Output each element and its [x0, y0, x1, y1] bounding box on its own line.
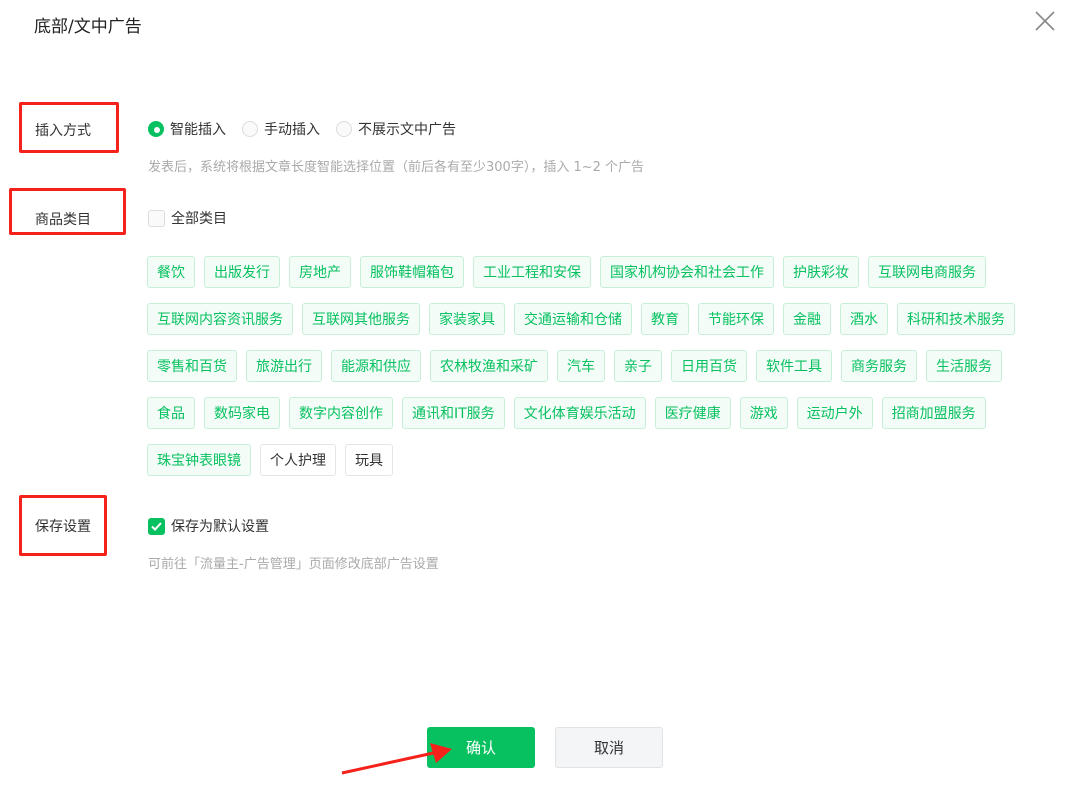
close-icon[interactable]	[1034, 10, 1056, 32]
category-tag[interactable]: 餐饮	[147, 256, 195, 288]
category-tag[interactable]: 日用百货	[671, 350, 747, 382]
category-tag[interactable]: 汽车	[557, 350, 605, 382]
annotation-arrow-icon	[341, 743, 452, 775]
insert-mode-radio[interactable]: 不展示文中广告	[336, 119, 456, 139]
category-tag[interactable]: 零售和百货	[147, 350, 237, 382]
radio-label: 不展示文中广告	[358, 122, 456, 138]
category-tag[interactable]: 游戏	[739, 397, 788, 429]
category-tag[interactable]: 互联网其他服务	[302, 303, 420, 335]
category-tag[interactable]: 农林牧渔和采矿	[430, 350, 548, 382]
save-hint: 可前往「流量主-广告管理」页面修改底部广告设置	[148, 557, 439, 572]
category-tag[interactable]: 护肤彩妆	[783, 256, 859, 288]
insert-mode-radio[interactable]: 手动插入	[242, 119, 320, 139]
category-tag[interactable]: 食品	[147, 397, 195, 429]
category-tag[interactable]: 能源和供应	[331, 350, 421, 382]
category-tag[interactable]: 运动户外	[796, 397, 873, 429]
category-tag[interactable]: 玩具	[345, 444, 393, 476]
insert-mode-label: 插入方式	[35, 123, 91, 139]
save-settings-label: 保存设置	[35, 519, 91, 535]
category-tag[interactable]: 珠宝钟表眼镜	[147, 444, 251, 476]
category-tag[interactable]: 教育	[641, 303, 689, 335]
save-default-label: 保存为默认设置	[171, 519, 269, 535]
category-tag[interactable]: 国家机构协会和社会工作	[600, 256, 774, 288]
category-tag[interactable]: 医疗健康	[654, 397, 731, 429]
category-tag[interactable]: 互联网内容资讯服务	[147, 303, 293, 335]
radio-label: 手动插入	[264, 122, 320, 138]
category-tag[interactable]: 家装家具	[429, 303, 505, 335]
category-tag[interactable]: 互联网电商服务	[868, 256, 986, 288]
category-tag[interactable]: 通讯和IT服务	[402, 397, 505, 429]
category-tag[interactable]: 生活服务	[926, 350, 1002, 382]
category-tag[interactable]: 旅游出行	[246, 350, 322, 382]
insert-mode-radio[interactable]: 智能插入	[148, 119, 226, 139]
category-tag[interactable]: 商务服务	[841, 350, 917, 382]
category-tags: 餐饮 出版发行 房地产 服饰鞋帽箱包 工业工程和安保 国家机构协会和社会工作 护肤彩妆 互联网…	[147, 256, 1042, 476]
all-categories-checkbox[interactable]: 全部类目	[148, 208, 227, 228]
radio-icon	[242, 121, 258, 137]
save-default-checkbox[interactable]: 保存为默认设置	[148, 516, 269, 536]
dialog-title: 底部/文中广告	[34, 17, 142, 37]
all-categories-label: 全部类目	[171, 211, 227, 227]
category-tag[interactable]: 出版发行	[204, 256, 280, 288]
category-tag[interactable]: 文化体育娱乐活动	[513, 397, 646, 429]
radio-icon	[148, 121, 164, 137]
checkmark-icon	[148, 517, 165, 535]
category-tag[interactable]: 酒水	[840, 303, 888, 335]
checkbox-icon	[148, 209, 165, 227]
radio-icon	[336, 121, 352, 137]
category-tag[interactable]: 工业工程和安保	[473, 256, 591, 288]
cancel-button[interactable]: 取消	[555, 727, 663, 768]
category-tag[interactable]: 招商加盟服务	[881, 397, 986, 429]
category-tag[interactable]: 数码家电	[204, 397, 280, 429]
category-label: 商品类目	[35, 212, 91, 228]
category-tag[interactable]: 科研和技术服务	[897, 303, 1015, 335]
category-tag[interactable]: 软件工具	[756, 350, 832, 382]
radio-label: 智能插入	[170, 122, 226, 138]
category-tag[interactable]: 房地产	[289, 256, 351, 288]
category-tag[interactable]: 节能环保	[698, 303, 774, 335]
category-tag[interactable]: 亲子	[614, 350, 662, 382]
category-tag[interactable]: 个人护理	[260, 444, 336, 476]
category-tag[interactable]: 金融	[783, 303, 831, 335]
insert-mode-radio-group: 智能插入 手动插入 不展示文中广告	[148, 119, 456, 139]
category-tag[interactable]: 数字内容创作	[289, 397, 393, 429]
category-tag[interactable]: 服饰鞋帽箱包	[360, 256, 464, 288]
insert-hint: 发表后，系统将根据文章长度智能选择位置（前后各有至少300字），插入 1~2 个…	[148, 160, 645, 175]
category-tag[interactable]: 交通运输和仓储	[514, 303, 632, 335]
